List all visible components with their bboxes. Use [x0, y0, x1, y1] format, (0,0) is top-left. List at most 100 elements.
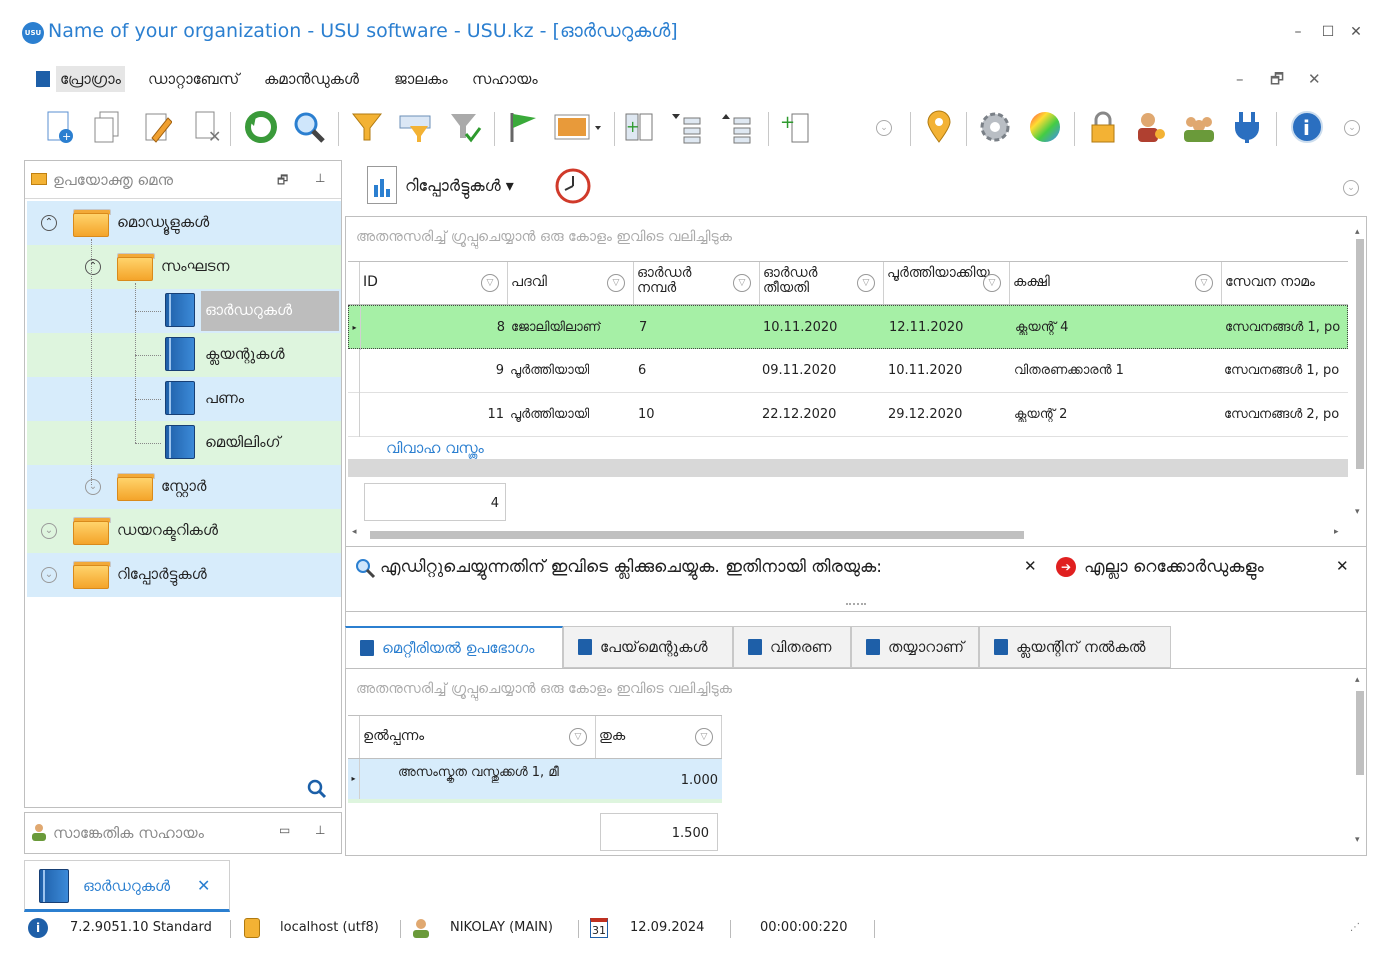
- new-record-icon[interactable]: +: [40, 108, 78, 146]
- tree-item-orders[interactable]: ഓർഡറുകൾ: [27, 289, 341, 333]
- splitter-handle[interactable]: [846, 603, 866, 605]
- toolbar-overflow-icon[interactable]: ⌄: [876, 120, 892, 136]
- tree-item-store[interactable]: ⌄ സ്റ്റോർ: [27, 465, 341, 509]
- tree-item-clients[interactable]: ക്ലയന്റുകൾ: [27, 333, 341, 377]
- collapse-tree-icon[interactable]: [718, 108, 756, 146]
- expand-icon[interactable]: ⌄: [41, 567, 57, 583]
- menu-database[interactable]: ഡാറ്റാബേസ്: [144, 66, 243, 92]
- table-row[interactable]: 9 പൂർത്തിയായി 6 09.11.2020 10.11.2020 വി…: [348, 349, 1348, 393]
- filter-icon[interactable]: [348, 108, 386, 146]
- user-key-icon[interactable]: [1132, 108, 1170, 146]
- column-header-status[interactable]: പദവി ▽: [508, 262, 634, 304]
- mdi-minimize-button[interactable]: –: [1232, 66, 1248, 92]
- panel-float-icon[interactable]: 🗗: [277, 171, 288, 192]
- map-pin-icon[interactable]: [920, 108, 958, 146]
- users-group-icon[interactable]: [1180, 108, 1218, 146]
- tech-support-panel[interactable]: സാങ്കേതിക സഹായം ▭ ⊥: [24, 812, 342, 854]
- menu-program[interactable]: പ്രോഗ്രാം: [56, 66, 125, 92]
- clear-filter-icon[interactable]: ✕: [1336, 557, 1349, 575]
- subgrid-vertical-scrollbar[interactable]: ▴ ▾: [1352, 675, 1366, 851]
- tree-item-reports[interactable]: ⌄ റിപ്പോർട്ടുകൾ: [27, 553, 341, 597]
- column-header-id[interactable]: ID ▽: [360, 262, 508, 304]
- lock-icon[interactable]: [1084, 108, 1122, 146]
- panel-pin-icon[interactable]: ⊥: [315, 171, 325, 185]
- panel-pin-icon[interactable]: ⊥: [315, 823, 325, 837]
- plugin-icon[interactable]: [1228, 108, 1266, 146]
- scroll-thumb[interactable]: [370, 531, 1024, 539]
- vertical-scrollbar[interactable]: ▴ ▾: [1352, 227, 1366, 527]
- filter-icon[interactable]: ▽: [857, 274, 875, 292]
- column-header-done[interactable]: പൂർത്തിയാക്കിയ ▽: [884, 262, 1010, 304]
- panel-search-icon[interactable]: [307, 779, 327, 803]
- table-row[interactable]: 11 പൂർത്തിയായി 10 22.12.2020 29.12.2020 …: [348, 393, 1348, 437]
- horizontal-scrollbar[interactable]: ◂ ▸: [348, 527, 1348, 541]
- column-header-number[interactable]: ഓർഡർ നമ്പർ ▽: [634, 262, 760, 304]
- report-doc-icon[interactable]: [367, 166, 397, 204]
- table-row[interactable]: ▸ 8 ജോലിയിലാണ് 7 10.11.2020 12.11.2020 ക…: [348, 305, 1348, 350]
- tree-item-mailing[interactable]: മെയിലിംഗ്: [27, 421, 341, 465]
- open-document-tab[interactable]: ഓർഡറുകൾ ✕: [24, 860, 230, 912]
- column-header-client[interactable]: കക്ഷി ▽: [1010, 262, 1222, 304]
- column-header-date[interactable]: ഓർഡർ തീയതി ▽: [760, 262, 884, 304]
- tree-item-money[interactable]: പണം: [27, 377, 341, 421]
- delete-icon[interactable]: ✕: [188, 108, 226, 146]
- group-row-label[interactable]: വിവാഹ വസ്ത്രം: [386, 439, 484, 457]
- filter-icon[interactable]: ▽: [733, 274, 751, 292]
- resize-grip-icon[interactable]: ⋰: [1350, 922, 1360, 933]
- scroll-thumb[interactable]: [1356, 691, 1364, 775]
- color-wheel-icon[interactable]: [1026, 108, 1064, 146]
- close-tab-icon[interactable]: ✕: [197, 876, 210, 895]
- table-row[interactable]: ▸ അസംസ്കൃത വസ്തുക്കൾ 1, മീ 1.000: [348, 759, 722, 803]
- expand-icon[interactable]: ⌄: [85, 479, 101, 495]
- refresh-icon[interactable]: [242, 108, 280, 146]
- maximize-button[interactable]: ☐: [1318, 22, 1338, 42]
- tree-item-organization[interactable]: ⌃ സംഘടന: [27, 245, 341, 289]
- image-dropdown-icon[interactable]: [552, 108, 604, 146]
- collapse-icon[interactable]: ⌃: [41, 215, 57, 231]
- tab-supply[interactable]: വിതരണ: [733, 626, 851, 668]
- filter-icon[interactable]: ▽: [1195, 274, 1213, 292]
- mdi-restore-button[interactable]: 🗗: [1266, 66, 1288, 92]
- clock-icon[interactable]: [555, 168, 591, 204]
- filter-icon[interactable]: ▽: [695, 728, 713, 746]
- column-header-service[interactable]: സേവന നാമം: [1222, 262, 1348, 304]
- menu-window[interactable]: ജാലകം: [390, 66, 452, 92]
- filter-icon[interactable]: ▽: [481, 274, 499, 292]
- filter-icon[interactable]: ▽: [983, 274, 1001, 292]
- filter-edit-icon[interactable]: [396, 108, 434, 146]
- panel-minimize-icon[interactable]: ▭: [279, 823, 290, 837]
- expand-tree-icon[interactable]: [668, 108, 706, 146]
- tree-item-modules[interactable]: ⌃ മൊഡ്യൂളുകൾ: [27, 201, 341, 245]
- toolbar-overflow-right-icon[interactable]: ⌄: [1344, 120, 1360, 136]
- tree-item-directories[interactable]: ⌄ ഡയറക്ടറികൾ: [27, 509, 341, 553]
- copy-icon[interactable]: [88, 108, 126, 146]
- scroll-thumb[interactable]: [1356, 239, 1364, 469]
- clear-search-icon[interactable]: ✕: [1024, 557, 1037, 575]
- menu-help[interactable]: സഹായം: [468, 66, 542, 92]
- tab-payments[interactable]: പേയ്‌മെന്റുകൾ: [563, 626, 733, 668]
- add-row-icon[interactable]: +: [776, 108, 814, 146]
- tab-issue-to-client[interactable]: ക്ലയന്റിന് നൽകൽ: [979, 626, 1171, 668]
- tab-material-consumption[interactable]: മെറ്റീരിയൽ ഉപഭോഗം: [345, 626, 563, 668]
- flag-icon[interactable]: [504, 108, 542, 146]
- settings-gear-icon[interactable]: [976, 108, 1014, 146]
- mdi-close-button[interactable]: ✕: [1304, 66, 1325, 92]
- add-column-icon[interactable]: +: [620, 108, 658, 146]
- menu-commands[interactable]: കമാൻഡുകൾ: [260, 66, 363, 92]
- filter-apply-icon[interactable]: [446, 108, 484, 146]
- filter-icon[interactable]: ▽: [569, 728, 587, 746]
- edit-icon[interactable]: [138, 108, 176, 146]
- minimize-button[interactable]: –: [1288, 22, 1308, 42]
- reports-overflow-icon[interactable]: ⌄: [1343, 180, 1359, 196]
- info-icon[interactable]: i: [1288, 108, 1326, 146]
- tab-ready[interactable]: തയ്യാറാണ്: [851, 626, 979, 668]
- close-button[interactable]: ✕: [1346, 22, 1366, 42]
- all-records-label[interactable]: എല്ലാ റെക്കോർഡുകളും: [1084, 557, 1264, 577]
- column-header-amount[interactable]: തുക ▽: [596, 716, 722, 758]
- edit-filter-hint[interactable]: എഡിറ്റുചെയ്യുന്നതിന് ഇവിടെ ക്ലിക്കുചെയ്യ…: [380, 557, 882, 577]
- search-icon[interactable]: [290, 108, 328, 146]
- expand-icon[interactable]: ⌄: [41, 523, 57, 539]
- filter-icon[interactable]: ▽: [607, 274, 625, 292]
- column-header-product[interactable]: ഉൽപ്പന്നം ▽: [360, 716, 596, 758]
- collapse-icon[interactable]: ⌃: [85, 259, 101, 275]
